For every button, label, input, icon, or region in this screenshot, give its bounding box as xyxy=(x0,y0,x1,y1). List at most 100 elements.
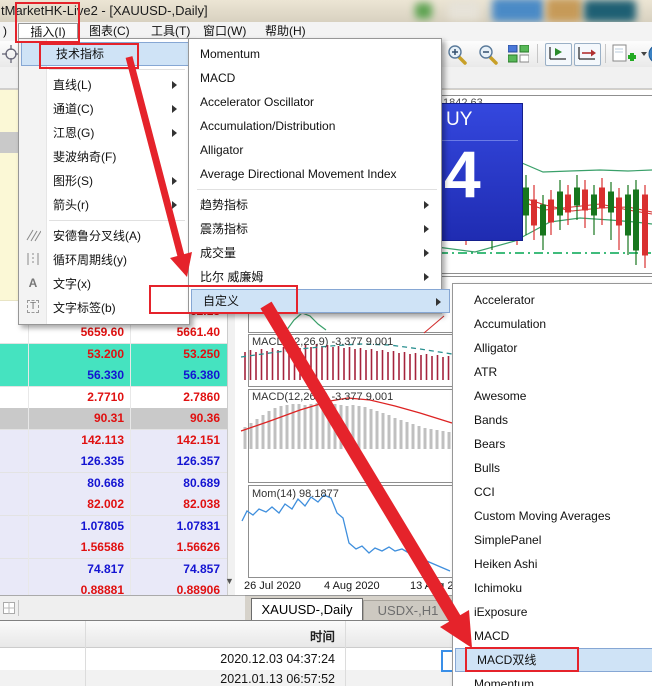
menu-item--[interactable]: 成交量 xyxy=(200,241,437,265)
menu-item--[interactable]: 自定义 xyxy=(191,289,450,313)
submenu-arrow-icon xyxy=(172,105,177,113)
menu-item--y-[interactable]: 循环周期线(y) xyxy=(53,248,185,272)
buy-panel-price: 4 xyxy=(444,136,481,212)
cycle-lines-icon xyxy=(23,252,43,269)
menu-item--f-[interactable]: 斐波纳奇(F) xyxy=(53,145,185,169)
menu-item-window[interactable]: 窗口(W) xyxy=(196,23,253,39)
market-watch-row[interactable]: 5659.605661.40 xyxy=(0,322,227,344)
ask-cell: 1.07831 xyxy=(131,519,220,533)
market-watch-row[interactable]: 1.565861.56626 xyxy=(0,537,227,559)
bid-cell: 1.07805 xyxy=(29,519,124,533)
menu-item-macd[interactable]: MACD xyxy=(474,624,649,648)
menu-item--[interactable]: 震荡指标 xyxy=(200,217,437,241)
menu-item-cci[interactable]: CCI xyxy=(474,480,649,504)
menu-item--[interactable]: 趋势指标 xyxy=(200,193,437,217)
submenu-arrow-icon xyxy=(172,177,177,185)
menu-item-average-directional-movement-index[interactable]: Average Directional Movement Index xyxy=(200,162,437,186)
market-watch-row[interactable]: 82.00282.038 xyxy=(0,494,227,516)
template-dropdown-icon[interactable] xyxy=(641,52,647,56)
menu-item-momentum[interactable]: Momentum xyxy=(200,42,437,66)
menu-item-macd[interactable]: MACD xyxy=(200,66,437,90)
menu-item-charts[interactable]: 图表(C) xyxy=(82,23,137,39)
menu-item-awesome[interactable]: Awesome xyxy=(474,384,649,408)
market-watch-row[interactable]: 1.07805 1.07831 xyxy=(0,516,227,538)
menu-item-accumulation-distribution[interactable]: Accumulation/Distribution xyxy=(200,114,437,138)
terminal-time-cell: 2021.01.13 06:57:52 xyxy=(85,672,335,686)
menu-separator xyxy=(49,69,185,70)
scroll-down-icon[interactable]: ▼ xyxy=(225,576,234,586)
buy-panel-caption: UY xyxy=(446,109,472,131)
menu-item-simplepanel[interactable]: SimplePanel xyxy=(474,528,649,552)
menu-item-atr[interactable]: ATR xyxy=(474,360,649,384)
menu-item--b-[interactable]: 文字标签(b) xyxy=(53,296,185,320)
menu-item--[interactable]: 比尔 威廉姆 xyxy=(200,265,437,289)
menu-item-iexposure[interactable]: iExposure xyxy=(474,600,649,624)
separator xyxy=(18,600,19,616)
menu-item--a-[interactable]: 安德鲁分叉线(A) xyxy=(53,224,185,248)
market-watch-row[interactable]: 74.81774.857 xyxy=(0,559,227,581)
menu-item--x-[interactable]: 文字(x) xyxy=(53,272,185,296)
tile-windows-icon[interactable] xyxy=(508,45,529,63)
market-watch-row[interactable]: 56.33056.380 xyxy=(0,365,227,387)
bid-cell: 82.002 xyxy=(29,497,124,511)
ask-cell: 2.7860 xyxy=(131,390,220,404)
bid-cell: 2.7710 xyxy=(29,390,124,404)
menu-item-momentum[interactable]: Momentum xyxy=(474,672,649,686)
submenu-arrow-icon xyxy=(424,225,429,233)
menu-item-ichimoku[interactable]: Ichimoku xyxy=(474,576,649,600)
terminal-time-cell: 2020.12.03 04:37:24 xyxy=(85,652,335,666)
menu-item--g-[interactable]: 江恩(G) xyxy=(53,121,185,145)
info-circle-icon[interactable] xyxy=(648,44,652,65)
submenu-arrow-icon xyxy=(424,201,429,209)
menu-item-help[interactable]: 帮助(H) xyxy=(258,23,313,39)
bid-cell: 74.817 xyxy=(29,562,124,576)
market-watch-row[interactable]: 80.66880.689 xyxy=(0,473,227,495)
menu-item-bands[interactable]: Bands xyxy=(474,408,649,432)
menu-item-accelerator[interactable]: Accelerator xyxy=(474,288,649,312)
menu-item--c-[interactable]: 通道(C) xyxy=(53,97,185,121)
market-watch-row[interactable]: 2.7710 2.7860 xyxy=(0,387,227,409)
market-watch-row[interactable]: 53.20053.250 xyxy=(0,344,227,366)
zoom-out-icon[interactable] xyxy=(477,44,499,65)
toolbar-separator xyxy=(605,44,606,63)
tab-usdx-h1[interactable]: USDX-,H1 xyxy=(363,600,453,621)
time-column-header[interactable]: 时间 xyxy=(85,626,335,645)
ask-cell: 126.357 xyxy=(131,454,220,468)
bid-cell: 1.56586 xyxy=(29,540,124,554)
status-strip xyxy=(0,595,245,621)
market-watch-row[interactable]: 142.113142.151 xyxy=(0,430,227,452)
submenu-arrow-icon xyxy=(172,201,177,209)
menu-item--l-[interactable]: 直线(L) xyxy=(53,73,185,97)
bid-cell: 142.113 xyxy=(29,433,124,447)
menu-item-accelerator-oscillator[interactable]: Accelerator Oscillator xyxy=(200,90,437,114)
chart-autoscroll-button[interactable] xyxy=(574,43,601,66)
window-title: tMarketHK-Live2 - [XAUUSD-,Daily] xyxy=(1,3,208,18)
tab-xauusd-daily[interactable]: XAUUSD-,Daily xyxy=(251,598,363,621)
menu-item-bulls[interactable]: Bulls xyxy=(474,456,649,480)
menu-item--s-[interactable]: 图形(S) xyxy=(53,169,185,193)
zoom-in-icon[interactable] xyxy=(446,44,468,65)
chart-shift-button[interactable] xyxy=(545,43,572,66)
market-watch-row[interactable]: 126.335 126.357 xyxy=(0,451,227,473)
menu-item-alligator[interactable]: Alligator xyxy=(474,336,649,360)
menu-item-heiken-ashi[interactable]: Heiken Ashi xyxy=(474,552,649,576)
ask-cell: 53.250 xyxy=(131,347,220,361)
menu-item--r-[interactable]: 箭头(r) xyxy=(53,193,185,217)
submenu-arrow-icon xyxy=(424,249,429,257)
indicators-template-icon[interactable] xyxy=(612,44,636,65)
submenu-arrow-icon xyxy=(436,298,441,306)
bid-cell: 126.335 xyxy=(29,454,124,468)
wallpaper-blob xyxy=(546,0,582,22)
buy-panel[interactable]: UY 4 xyxy=(437,103,523,241)
menu-item-accumulation[interactable]: Accumulation xyxy=(474,312,649,336)
menu-item-partial[interactable]: ) xyxy=(0,23,14,39)
menu-item-macd-[interactable]: MACD双线 xyxy=(455,648,652,672)
chart-shift-icon xyxy=(546,44,569,63)
menu-item-custom-moving-averages[interactable]: Custom Moving Averages xyxy=(474,504,649,528)
bid-cell: 90.31 xyxy=(29,411,124,425)
market-watch-row[interactable]: 90.3190.36 xyxy=(0,408,227,430)
menu-item-alligator[interactable]: Alligator xyxy=(200,138,437,162)
menu-item-tools[interactable]: 工具(T) xyxy=(144,23,197,39)
submenu-arrow-icon xyxy=(172,81,177,89)
menu-item-bears[interactable]: Bears xyxy=(474,432,649,456)
